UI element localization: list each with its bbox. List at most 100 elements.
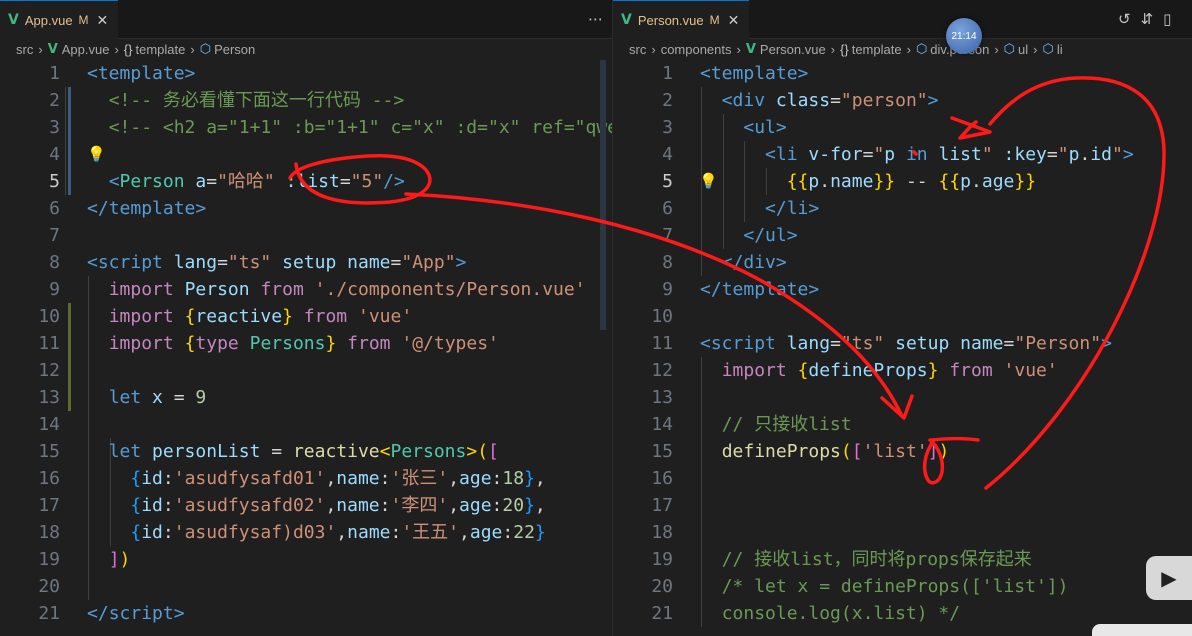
code-line[interactable]: 17: [613, 492, 1192, 519]
code-line[interactable]: 5 {{p.name}} -- {{p.age}} 💡: [613, 168, 1192, 195]
split-editor-icon[interactable]: ▯: [1163, 10, 1171, 28]
vue-file-icon: V: [47, 41, 58, 57]
code-line[interactable]: 18: [613, 519, 1192, 546]
braces-icon: {}: [123, 41, 133, 57]
code-line[interactable]: 9 </template>: [613, 276, 1192, 303]
lightbulb-icon[interactable]: 💡: [699, 168, 718, 195]
code-line[interactable]: 16: [613, 465, 1192, 492]
code-line[interactable]: 3 <!-- <h2 a="1+1" :b="1+1" c="x" :d="x"…: [0, 114, 612, 141]
code-token: {: [130, 522, 142, 543]
code-line[interactable]: 11 <script lang="ts" setup name="Person">: [613, 330, 1192, 357]
code-token: {: [184, 306, 196, 327]
code-line[interactable]: 14: [0, 411, 612, 438]
close-icon[interactable]: ✕: [728, 12, 740, 29]
code-line[interactable]: 5 <Person a="哈哈" :list="5"/>: [0, 168, 612, 195]
code-editor[interactable]: 1 <template> 2 <!-- 务必看懂下面这一行代码 --> 3 <!-- …: [0, 60, 612, 636]
breadcrumb-item[interactable]: li: [1057, 42, 1063, 57]
code-token: :: [390, 522, 402, 543]
code-line[interactable]: 11 import {type Persons} from '@/types': [0, 330, 612, 357]
line-number: 15: [38, 441, 60, 462]
code-line[interactable]: 8 <script lang="ts" setup name="App">: [0, 249, 612, 276]
code-line[interactable]: 15 defineProps(['list']): [613, 438, 1192, 465]
tab-app-vue[interactable]: V App.vue M ✕: [0, 0, 119, 39]
code-line[interactable]: 1 <template>: [0, 60, 612, 87]
code-line[interactable]: 20: [0, 573, 612, 600]
chevron-right-icon: ›: [736, 41, 741, 57]
code-line[interactable]: 2 <div class="person">: [613, 87, 1192, 114]
code-line[interactable]: 9 import Person from './components/Perso…: [0, 276, 612, 303]
code-token: name: [830, 171, 874, 192]
code-editor[interactable]: 1 <template> 2 <div class="person"> 3 <ul> 4…: [613, 60, 1192, 636]
code-token: div: [743, 252, 776, 273]
code-token: console.log(x.list) */: [721, 603, 961, 624]
code-line[interactable]: 1 <template>: [613, 60, 1192, 87]
code-token: ): [938, 441, 950, 462]
modified-indicator: M: [709, 13, 720, 27]
code-line[interactable]: 3 <ul>: [613, 114, 1192, 141]
code-token: from: [303, 306, 348, 327]
video-player-icon[interactable]: ▶: [1146, 556, 1192, 600]
code-line[interactable]: 10 import {reactive} from 'vue': [0, 303, 612, 330]
code-token: id: [141, 468, 163, 489]
code-line[interactable]: 17 {id:'asudfysafd02',name:'李四',age:20},: [0, 492, 612, 519]
code-token: }: [325, 333, 337, 354]
line-number: 19: [38, 549, 60, 570]
code-token: Person: [119, 171, 185, 192]
tab-person-vue[interactable]: V Person.vue M ✕: [613, 0, 750, 39]
component-icon: ⬡: [1003, 41, 1016, 56]
code-token: ,: [448, 468, 460, 489]
code-line[interactable]: 18 {id:'asudfysaf)d03',name:'王五',age:22}: [0, 519, 612, 546]
scrollbar[interactable]: [600, 60, 606, 330]
code-token: ,: [325, 468, 337, 489]
line-number: 2: [662, 90, 673, 111]
breadcrumb-item[interactable]: template: [135, 42, 185, 57]
close-icon[interactable]: ✕: [97, 12, 109, 29]
timeline-icon[interactable]: ↺: [1118, 10, 1131, 28]
code-line[interactable]: 21 </script>: [0, 600, 612, 627]
breadcrumb-item[interactable]: App.vue: [62, 42, 110, 57]
breadcrumb-item[interactable]: components: [661, 42, 732, 57]
code-token: import: [721, 360, 787, 381]
code-text: <template>: [87, 60, 195, 87]
code-line[interactable]: 14 // 只接收list: [613, 411, 1192, 438]
code-line[interactable]: 15 let personList = reactive<Persons>([: [0, 438, 612, 465]
breadcrumb-item[interactable]: template: [852, 42, 902, 57]
code-line[interactable]: 12: [0, 357, 612, 384]
code-line[interactable]: 12 import {defineProps} from 'vue': [613, 357, 1192, 384]
code-line[interactable]: 21 console.log(x.list) */: [613, 600, 1192, 627]
code-text: <!-- <h2 a="1+1" :b="1+1" c="x" :d="x" r…: [87, 114, 612, 141]
compare-changes-icon[interactable]: ⇵: [1141, 10, 1154, 28]
code-token: 'asudfysafd01': [173, 468, 326, 489]
code-line[interactable]: 10: [613, 303, 1192, 330]
code-line[interactable]: 19 ]): [0, 546, 612, 573]
code-line[interactable]: 19 // 接收list，同时将props保存起来: [613, 546, 1192, 573]
code-line[interactable]: 2 <!-- 务必看懂下面这一行代码 -->: [0, 87, 612, 114]
code-line[interactable]: 16 {id:'asudfysafd01',name:'张三',age:18},: [0, 465, 612, 492]
more-actions-icon[interactable]: ⋯: [588, 10, 603, 28]
breadcrumb-item[interactable]: src: [629, 42, 646, 57]
code-line[interactable]: 6 </li>: [613, 195, 1192, 222]
code-text: <div class="person">: [700, 87, 939, 114]
code-token: {: [130, 495, 142, 516]
code-line[interactable]: 6 </template>: [0, 195, 612, 222]
code-line[interactable]: 4 💡: [0, 141, 612, 168]
code-token: }: [534, 522, 546, 543]
code-line[interactable]: 4 <li v-for="p in list" :key="p.id">: [613, 141, 1192, 168]
code-line[interactable]: 8 </div>: [613, 249, 1192, 276]
line-number: 20: [38, 576, 60, 597]
code-line[interactable]: 7 </ul>: [613, 222, 1192, 249]
breadcrumb-item[interactable]: ul: [1018, 42, 1028, 57]
code-line[interactable]: 13: [613, 384, 1192, 411]
code-line[interactable]: 20 /* let x = defineProps(['list']): [613, 573, 1192, 600]
breadcrumb-item[interactable]: src: [16, 42, 33, 57]
code-token: ": [1057, 144, 1069, 165]
code-line[interactable]: 13 let x = 9: [0, 384, 612, 411]
lightbulb-icon[interactable]: 💡: [87, 141, 106, 168]
code-line[interactable]: 7: [0, 222, 612, 249]
breadcrumb-item[interactable]: Person.vue: [760, 42, 826, 57]
breadcrumb-item[interactable]: Person: [214, 42, 255, 57]
